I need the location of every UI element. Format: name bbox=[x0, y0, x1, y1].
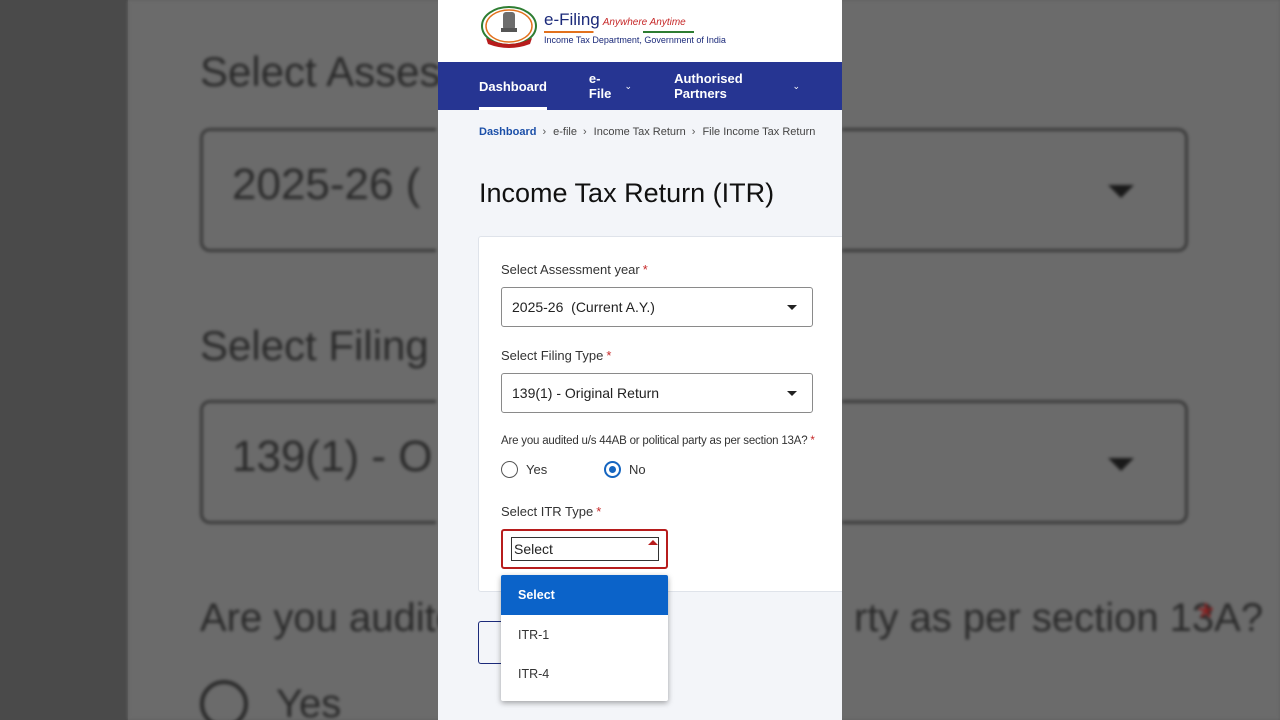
govt-emblem-icon bbox=[481, 6, 537, 48]
dropdown-option-itr-1[interactable]: ITR-1 bbox=[501, 615, 668, 654]
backdrop-assessment-box-right bbox=[842, 128, 1188, 252]
page-title: Income Tax Return (ITR) bbox=[479, 178, 775, 208]
backdrop-assessment-value: 2025-26 ( bbox=[232, 160, 421, 209]
main-nav: Dashboard e-File ⌄ Authorised Partners ⌄ bbox=[438, 62, 842, 110]
tricolor-divider bbox=[544, 31, 694, 33]
chevron-down-icon: ⌄ bbox=[624, 80, 633, 91]
backdrop-filing-box-right bbox=[842, 400, 1188, 524]
breadcrumb-file-income-tax-return: File Income Tax Return bbox=[702, 126, 816, 138]
brand-subtitle: Income Tax Department, Government of Ind… bbox=[544, 35, 726, 45]
brand-block[interactable]: e-Filing Anywhere Anytime Income Tax Depa… bbox=[544, 10, 726, 45]
itr-type-select[interactable]: Select bbox=[501, 529, 668, 569]
dropdown-option-select[interactable]: Select bbox=[501, 575, 668, 615]
itr-form-card: Select Assessment year * 2025-26 (Current… bbox=[478, 236, 842, 592]
required-mark: * bbox=[606, 348, 612, 363]
caret-up-icon bbox=[648, 540, 658, 545]
radio-checked-icon[interactable] bbox=[604, 461, 621, 478]
site-header: e-Filing Anywhere Anytime Income Tax Depa… bbox=[438, 0, 842, 62]
backdrop-required-mark: * bbox=[1198, 596, 1214, 640]
breadcrumb-income-tax-return[interactable]: Income Tax Return bbox=[594, 126, 686, 138]
radio-option-no[interactable]: No bbox=[604, 461, 646, 478]
caret-down-icon bbox=[787, 305, 797, 310]
nav-item-dashboard[interactable]: Dashboard bbox=[479, 62, 547, 110]
assessment-year-select[interactable]: 2025-26 (Current A.Y.) bbox=[501, 287, 813, 327]
backdrop-left-strip bbox=[0, 0, 128, 720]
itr-type-dropdown-list: Select ITR-1 ITR-4 bbox=[501, 575, 668, 701]
dropdown-option-itr-4[interactable]: ITR-4 bbox=[501, 654, 668, 693]
radio-unchecked-icon[interactable] bbox=[501, 461, 518, 478]
nav-item-e-file[interactable]: e-File ⌄ bbox=[589, 62, 632, 110]
caret-down-icon bbox=[787, 391, 797, 396]
chevron-right-icon: › bbox=[542, 126, 547, 138]
backdrop-radio-icon bbox=[200, 680, 248, 720]
backdrop-radio-label: Yes bbox=[276, 682, 342, 720]
backdrop-assessment-label: Select Asses bbox=[200, 48, 441, 95]
backdrop-filing-label: Select Filing bbox=[200, 322, 429, 369]
breadcrumb-e-file[interactable]: e-file bbox=[553, 126, 577, 138]
itr-type-label: Select ITR Type * bbox=[501, 504, 602, 519]
brand-tagline: Anywhere Anytime bbox=[602, 17, 686, 28]
nav-item-authorised-partners[interactable]: Authorised Partners ⌄ bbox=[674, 62, 800, 110]
assessment-year-label: Select Assessment year * bbox=[501, 262, 648, 277]
breadcrumb: Dashboard › e-file › Income Tax Return › Fi… bbox=[479, 126, 821, 138]
breadcrumb-dashboard[interactable]: Dashboard bbox=[479, 126, 536, 138]
backdrop-caret-down-icon bbox=[1108, 458, 1134, 471]
chevron-right-icon: › bbox=[582, 126, 587, 138]
filing-type-select[interactable]: 139(1) - Original Return bbox=[501, 373, 813, 413]
brand-name: e-Filing bbox=[544, 10, 600, 29]
required-mark: * bbox=[642, 262, 648, 277]
backdrop-caret-down-icon bbox=[1108, 185, 1134, 198]
filing-type-label: Select Filing Type * bbox=[501, 348, 612, 363]
audit-question-label: Are you audited u/s 44AB or political pa… bbox=[501, 435, 815, 447]
itr-type-select-focus[interactable]: Select bbox=[511, 537, 659, 561]
required-mark: * bbox=[596, 504, 602, 519]
backdrop-question-left: Are you audite bbox=[200, 596, 458, 640]
required-mark: * bbox=[810, 435, 815, 447]
chevron-down-icon: ⌄ bbox=[792, 80, 800, 91]
radio-option-yes[interactable]: Yes bbox=[501, 461, 547, 478]
chevron-right-icon: › bbox=[691, 126, 696, 138]
backdrop-filing-value: 139(1) - O bbox=[232, 432, 433, 481]
